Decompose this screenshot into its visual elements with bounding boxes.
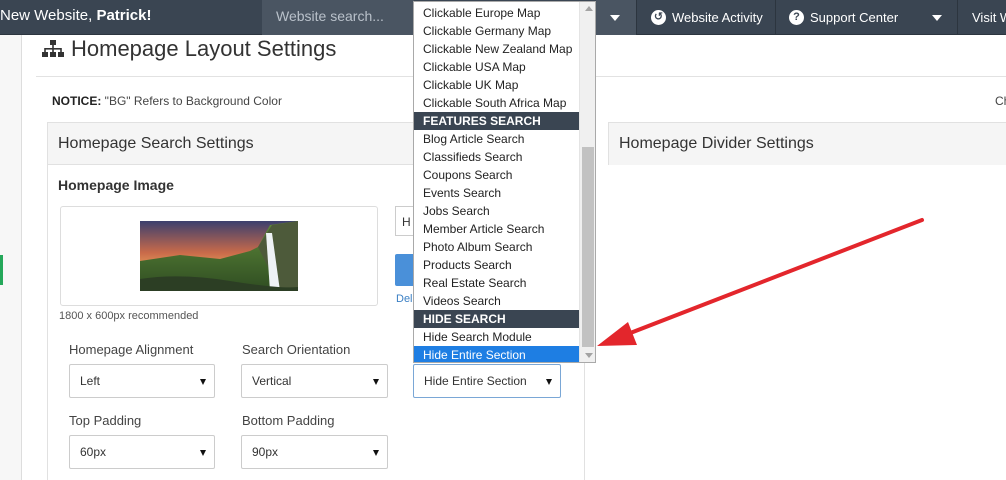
top-padding-select[interactable]: 60px [69, 435, 215, 469]
nav-visit-website[interactable]: Visit W [972, 0, 1006, 35]
homepage-image-preview[interactable] [60, 206, 378, 306]
page-title-text: Homepage Layout Settings [71, 36, 337, 61]
chevron-down-icon [200, 379, 206, 385]
scroll-up-icon[interactable] [585, 6, 593, 11]
nav-divider [636, 0, 637, 35]
panel-title: Homepage Search Settings [58, 135, 254, 152]
bottom-padding-label: Bottom Padding [242, 413, 335, 428]
scroll-down-icon[interactable] [585, 353, 593, 358]
select-value: Hide Entire Section [424, 374, 527, 388]
notice-text: NOTICE: "BG" Refers to Background Color [52, 94, 282, 108]
search-orientation-select[interactable]: Vertical [241, 364, 388, 398]
dropdown-option[interactable]: Products Search [414, 256, 579, 274]
nav-label: Website Activity [672, 10, 763, 25]
orientation-label: Search Orientation [242, 342, 351, 357]
scrollbar-thumb[interactable] [582, 147, 594, 347]
bottom-padding-select[interactable]: 90px [241, 435, 388, 469]
select-value: 60px [80, 445, 107, 459]
nav-label: Support Center [810, 10, 899, 25]
chevron-down-icon [373, 379, 379, 385]
nav-website-activity[interactable]: ↺ Website Activity [651, 0, 763, 35]
dropdown-option[interactable]: Clickable USA Map [414, 58, 579, 76]
sitemap-icon [42, 40, 64, 57]
upload-button[interactable] [395, 254, 415, 286]
select-value: 90px [252, 445, 279, 459]
dropdown-option[interactable]: Clickable UK Map [414, 76, 579, 94]
nav-divider [957, 0, 958, 35]
select-value: Vertical [252, 374, 292, 388]
dropdown-option[interactable]: Photo Album Search [414, 238, 579, 256]
welcome-message: New Website, Patrick! [0, 7, 151, 24]
chevron-down-icon [610, 15, 620, 21]
dropdown-option[interactable]: Events Search [414, 184, 579, 202]
landscape-thumbnail [140, 221, 298, 291]
nav-support-center[interactable]: ? Support Center [789, 0, 898, 35]
dropdown-option[interactable]: Blog Article Search [414, 130, 579, 148]
search-module-dropdown-list[interactable]: Clickable Europe Map Clickable Germany Ma… [413, 1, 596, 363]
homepage-alignment-select[interactable]: Left [69, 364, 215, 398]
notice-body: "BG" Refers to Background Color [101, 94, 282, 108]
right-truncated-text: Ch [995, 94, 1006, 108]
chevron-down-icon [200, 450, 206, 456]
dropdown-option[interactable]: Member Article Search [414, 220, 579, 238]
homepage-image-label: Homepage Image [58, 177, 174, 193]
dropdown-group-header: FEATURES SEARCH [414, 112, 579, 130]
dropdown-group-header: HIDE SEARCH [414, 310, 579, 328]
status-marker [0, 255, 3, 285]
top-padding-label: Top Padding [69, 413, 142, 428]
chevron-down-icon[interactable] [932, 15, 942, 21]
search-dropdown-toggle[interactable] [596, 0, 636, 35]
divider-settings-panel: Homepage Divider Settings [608, 122, 1006, 165]
dropdown-scrollbar[interactable] [579, 2, 595, 362]
dropdown-option[interactable]: Clickable South Africa Map [414, 94, 579, 112]
nav-label: Visit W [972, 10, 1006, 25]
page-title: Homepage Layout Settings [42, 35, 336, 63]
dropdown-option[interactable]: Hide Search Module [414, 328, 579, 346]
chevron-down-icon [546, 379, 552, 385]
nav-divider [775, 0, 776, 35]
welcome-prefix: New Website, [0, 7, 93, 24]
dropdown-option[interactable]: Clickable Europe Map [414, 4, 579, 22]
panel-header: Homepage Divider Settings [609, 123, 1006, 165]
alignment-label: Homepage Alignment [69, 342, 194, 357]
dropdown-option[interactable]: Classifieds Search [414, 148, 579, 166]
search-module-select[interactable]: Hide Entire Section [413, 364, 561, 398]
select-value: Left [80, 374, 101, 388]
notice-label: NOTICE: [52, 94, 102, 108]
dropdown-option[interactable]: Clickable New Zealand Map [414, 40, 579, 58]
dropdown-option[interactable]: Coupons Search [414, 166, 579, 184]
dropdown-option[interactable]: Jobs Search [414, 202, 579, 220]
dropdown-option[interactable]: Clickable Germany Map [414, 22, 579, 40]
welcome-username: Patrick! [96, 7, 152, 24]
chevron-down-icon [373, 450, 379, 456]
dropdown-option[interactable]: Real Estate Search [414, 274, 579, 292]
panel-title: Homepage Divider Settings [619, 135, 814, 152]
sidebar-edge [0, 35, 22, 480]
help-icon: ? [789, 10, 804, 25]
history-icon: ↺ [651, 10, 666, 25]
dropdown-option[interactable]: Hide Entire Section [414, 346, 579, 362]
delete-image-link[interactable]: Del [396, 293, 413, 305]
image-size-hint: 1800 x 600px recommended [59, 310, 199, 322]
website-search-input[interactable]: Website search... [262, 0, 414, 35]
dropdown-option[interactable]: Videos Search [414, 292, 579, 310]
